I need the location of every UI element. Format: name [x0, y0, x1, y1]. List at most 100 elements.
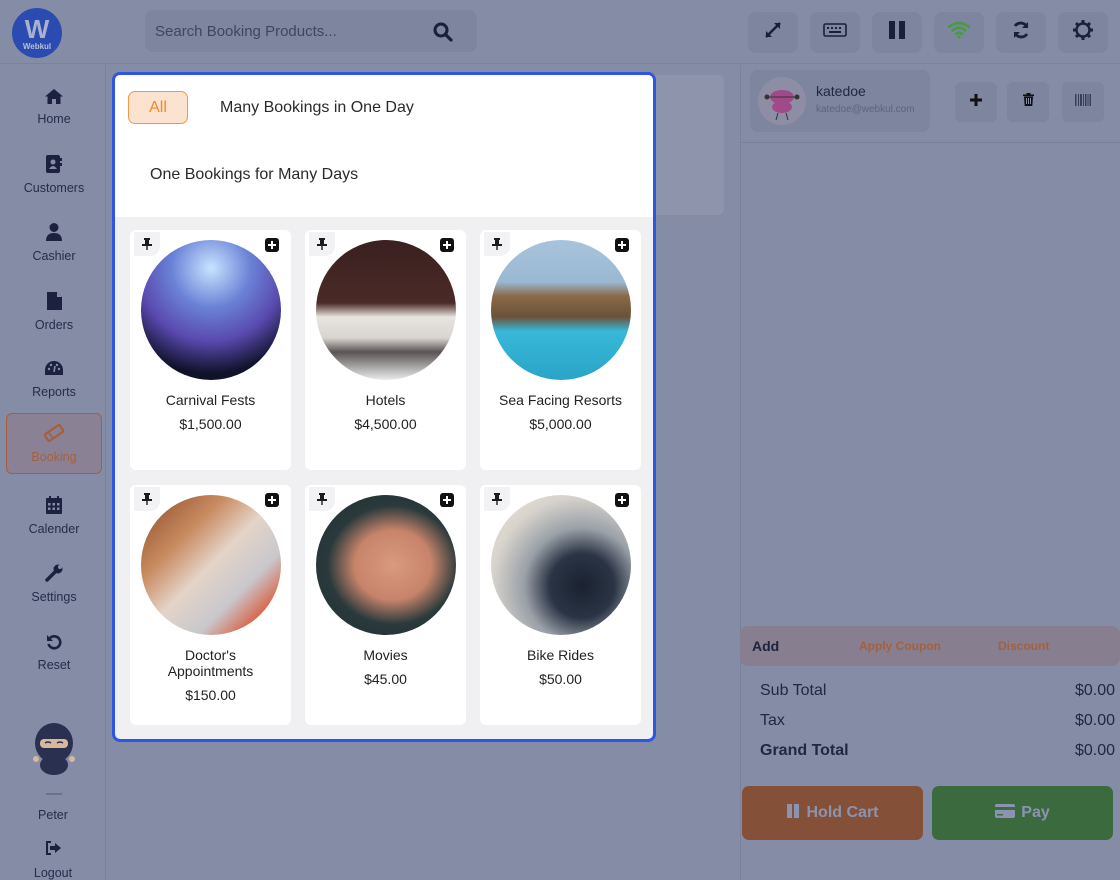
- tab-all[interactable]: All: [128, 91, 188, 124]
- booking-type-modal: All Many Bookings in One Day One Booking…: [112, 72, 656, 742]
- product-name: Doctor's Appointments: [167, 647, 254, 679]
- logout-button[interactable]: Logout: [20, 841, 86, 880]
- customer-email: katedoe@webkul.com: [816, 104, 915, 115]
- credit-card-icon: [995, 803, 1016, 823]
- expand-icon: [764, 21, 782, 44]
- address-book-icon: [46, 155, 62, 181]
- product-image: [140, 495, 281, 635]
- add-to-cart-icon[interactable]: [438, 491, 456, 509]
- tax-row: Tax $0.00: [760, 712, 1115, 730]
- product-price: $50.00: [539, 671, 582, 687]
- hold-cart-button[interactable]: Hold Cart: [742, 786, 923, 840]
- customer-avatar: [758, 77, 806, 125]
- apply-coupon-button[interactable]: Apply Coupon: [859, 639, 941, 653]
- sidebar-item-cashier[interactable]: Cashier: [6, 213, 102, 273]
- user-avatar: [30, 721, 78, 779]
- avatar-divider: [46, 793, 62, 795]
- pin-icon[interactable]: [134, 232, 160, 256]
- product-card-movies[interactable]: Movies $45.00: [305, 485, 466, 725]
- tax-value: $0.00: [1074, 712, 1115, 729]
- product-name: Bike Rides: [527, 647, 594, 663]
- discount-button[interactable]: Discount: [998, 639, 1049, 653]
- product-price: $150.00: [185, 687, 236, 703]
- pause-button[interactable]: [872, 12, 922, 53]
- customer-card[interactable]: katedoe katedoe@webkul.com: [750, 70, 930, 132]
- sidebar-item-settings[interactable]: Settings: [6, 554, 102, 614]
- subtotal-value: $0.00: [1074, 682, 1115, 699]
- file-icon: [46, 292, 62, 318]
- add-to-cart-icon[interactable]: [613, 236, 631, 254]
- add-to-cart-icon[interactable]: [263, 236, 281, 254]
- keyboard-icon: [823, 23, 847, 42]
- product-name: Movies: [363, 647, 408, 663]
- add-customer-button[interactable]: [955, 82, 997, 122]
- network-status-button[interactable]: [934, 12, 984, 53]
- webkul-logo: W Webkul: [12, 8, 62, 58]
- fullscreen-button[interactable]: [748, 12, 798, 53]
- undo-icon: [46, 634, 62, 658]
- tab-one-booking-many-days[interactable]: One Bookings for Many Days: [150, 166, 358, 184]
- wifi-icon: [947, 21, 971, 44]
- settings-button[interactable]: [1058, 12, 1108, 53]
- pause-icon: [786, 803, 801, 823]
- trash-icon: [1022, 93, 1034, 111]
- product-card-hotels[interactable]: Hotels $4,500.00: [305, 230, 466, 470]
- product-name: Hotels: [365, 392, 406, 408]
- sidebar-item-orders[interactable]: Orders: [6, 282, 102, 342]
- sidebar-item-reset[interactable]: Reset: [6, 623, 102, 683]
- delete-cart-button[interactable]: [1007, 82, 1049, 122]
- sidebar-item-calender[interactable]: Calender: [6, 486, 102, 546]
- sync-button[interactable]: [996, 12, 1046, 53]
- sidebar-item-booking[interactable]: Booking: [6, 413, 102, 474]
- product-image: [315, 495, 456, 635]
- booking-tabs: All Many Bookings in One Day One Booking…: [115, 75, 653, 217]
- sidebar-item-home[interactable]: Home: [6, 77, 102, 137]
- ticket-icon: [43, 423, 65, 450]
- keyboard-button[interactable]: [810, 12, 860, 53]
- pin-icon[interactable]: [134, 487, 160, 511]
- sidebar-item-customers[interactable]: Customers: [6, 145, 102, 205]
- tab-many-bookings-one-day[interactable]: Many Bookings in One Day: [220, 99, 414, 117]
- product-name: Sea Facing Resorts: [499, 392, 622, 408]
- product-image: [140, 240, 281, 380]
- top-bar: W Webkul: [0, 0, 1120, 64]
- logout-icon: [45, 841, 61, 860]
- pin-icon[interactable]: [309, 487, 335, 511]
- sidebar: Home Customers Cashier Orders Reports Bo…: [0, 65, 106, 880]
- gauge-icon: [45, 361, 63, 385]
- customer-name: katedoe: [816, 83, 866, 99]
- product-name: Carnival Fests: [165, 392, 256, 408]
- product-card-sea-facing-resorts[interactable]: Sea Facing Resorts $5,000.00: [480, 230, 641, 470]
- calendar-icon: [46, 496, 62, 522]
- add-to-cart-icon[interactable]: [613, 491, 631, 509]
- product-card-doctors-appointments[interactable]: Doctor's Appointments $150.00: [130, 485, 291, 725]
- product-card-bike-rides[interactable]: Bike Rides $50.00: [480, 485, 641, 725]
- grand-total-label: Grand Total: [760, 742, 849, 759]
- pause-icon: [888, 20, 906, 45]
- barcode-button[interactable]: [1062, 82, 1104, 122]
- grand-total-row: Grand Total $0.00: [760, 742, 1115, 760]
- user-name: Peter: [38, 808, 68, 822]
- search-input[interactable]: [155, 22, 425, 40]
- add-to-cart-icon[interactable]: [438, 236, 456, 254]
- product-price: $4,500.00: [354, 416, 417, 432]
- pay-button[interactable]: Pay: [932, 786, 1113, 840]
- add-to-cart-icon[interactable]: [263, 491, 281, 509]
- wrench-icon: [45, 564, 63, 590]
- product-image: [490, 240, 631, 380]
- pin-icon[interactable]: [309, 232, 335, 256]
- plus-icon: [970, 93, 982, 111]
- search-icon[interactable]: [433, 22, 453, 47]
- user-icon: [46, 223, 62, 249]
- product-card-carnival-fests[interactable]: Carnival Fests $1,500.00: [130, 230, 291, 470]
- cart-actions-bar: Add Apply Coupon Discount: [740, 626, 1120, 666]
- product-price: $5,000.00: [529, 416, 592, 432]
- sidebar-item-reports[interactable]: Reports: [6, 350, 102, 410]
- product-image: [490, 495, 631, 635]
- subtotal-row: Sub Total $0.00: [760, 682, 1115, 700]
- settings-icon: [1072, 19, 1094, 46]
- pin-icon[interactable]: [484, 232, 510, 256]
- search-bar: [145, 10, 477, 52]
- pin-icon[interactable]: [484, 487, 510, 511]
- product-price: $45.00: [364, 671, 407, 687]
